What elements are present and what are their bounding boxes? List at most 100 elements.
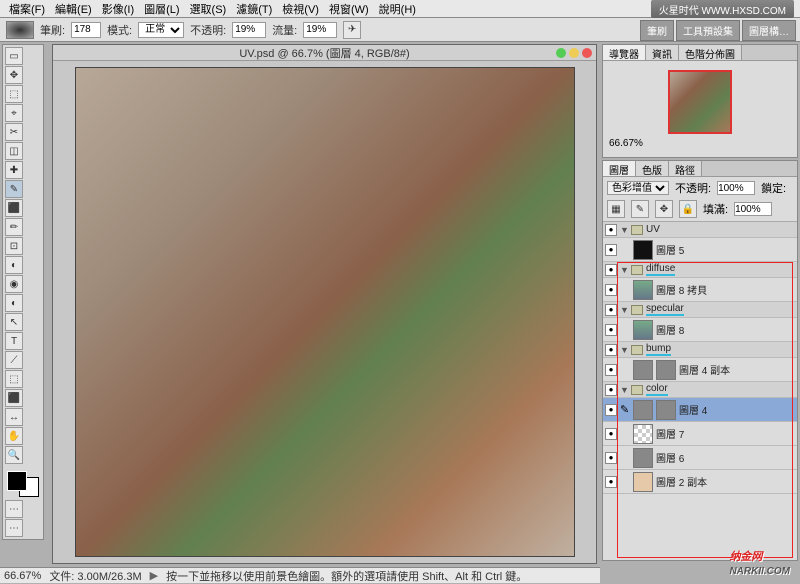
tool-lasso[interactable]: ⬚: [5, 85, 23, 103]
well-tab-presets[interactable]: 工具預設集: [676, 20, 740, 41]
visibility-icon[interactable]: ●: [605, 404, 617, 416]
layer-opacity-input[interactable]: [717, 181, 755, 195]
flow-input[interactable]: [303, 22, 337, 38]
visibility-icon[interactable]: ●: [605, 428, 617, 440]
group-bump[interactable]: ●▼bump: [603, 342, 797, 358]
tool-wand[interactable]: ⌖: [5, 104, 23, 122]
tool-move[interactable]: ✥: [5, 66, 23, 84]
tool-stamp[interactable]: ⬛: [5, 199, 23, 217]
lock-transparent-icon[interactable]: ▦: [607, 200, 625, 218]
visibility-icon[interactable]: ●: [605, 284, 617, 296]
opacity-input[interactable]: [232, 22, 266, 38]
mask-thumb: [656, 360, 676, 380]
layer-item[interactable]: ●圖層 8: [603, 318, 797, 342]
visibility-icon[interactable]: ●: [605, 452, 617, 464]
menu-select[interactable]: 選取(S): [185, 1, 232, 17]
menu-help[interactable]: 說明(H): [374, 1, 421, 17]
visibility-icon[interactable]: ●: [605, 384, 617, 396]
tool-slice[interactable]: ◫: [5, 142, 23, 160]
group-uv[interactable]: ●▼UV: [603, 222, 797, 238]
visibility-icon[interactable]: ●: [605, 476, 617, 488]
visibility-icon[interactable]: ●: [605, 264, 617, 276]
visibility-icon[interactable]: ●: [605, 304, 617, 316]
tool-pen[interactable]: ⟋: [5, 351, 23, 369]
document-title-bar[interactable]: UV.psd @ 66.7% (圖層 4, RGB/8#): [53, 45, 596, 61]
tool-path[interactable]: ↖: [5, 313, 23, 331]
tool-blur[interactable]: ◉: [5, 275, 23, 293]
layer-blend-select[interactable]: 色彩增值: [607, 181, 669, 195]
lock-pixels-icon[interactable]: ✎: [631, 200, 649, 218]
close-icon[interactable]: [582, 48, 592, 58]
tab-info[interactable]: 資訊: [646, 45, 679, 60]
tool-notes[interactable]: ⬛: [5, 389, 23, 407]
lock-position-icon[interactable]: ✥: [655, 200, 673, 218]
tool-eraser[interactable]: ⊡: [5, 237, 23, 255]
tool-eyedrop[interactable]: ↔: [5, 408, 23, 426]
folder-icon: [631, 305, 643, 315]
well-tab-brushes[interactable]: 筆刷: [640, 20, 674, 41]
tool-shape[interactable]: ⬚: [5, 370, 23, 388]
status-hint: 按一下並拖移以使用前景色繪圖。額外的選項請使用 Shift、Alt 和 Ctrl…: [166, 568, 527, 584]
tab-channels[interactable]: 色版: [636, 161, 669, 176]
layer-item[interactable]: ●圖層 4 副本: [603, 358, 797, 382]
tool-type[interactable]: T: [5, 332, 23, 350]
airbrush-icon[interactable]: ✈: [343, 21, 361, 39]
tool-dodge[interactable]: ◐: [5, 294, 23, 312]
brand-badge: 火星时代 WWW.HXSD.COM: [651, 0, 794, 18]
quickmask-icon[interactable]: ⋯: [5, 500, 23, 518]
tool-hand[interactable]: ✋: [5, 427, 23, 445]
folder-icon: [631, 385, 643, 395]
layer-item-selected[interactable]: ●✎圖層 4: [603, 398, 797, 422]
lock-all-icon[interactable]: 🔒: [679, 200, 697, 218]
brush-link-icon[interactable]: ✎: [620, 403, 630, 416]
visibility-icon[interactable]: ●: [605, 344, 617, 356]
tool-zoom[interactable]: 🔍: [5, 446, 23, 464]
tool-history-brush[interactable]: ✏: [5, 218, 23, 236]
layer-item[interactable]: ●圖層 7: [603, 422, 797, 446]
menu-edit[interactable]: 編輯(E): [50, 1, 97, 17]
layer-item[interactable]: ●圖層 5: [603, 238, 797, 262]
tab-paths[interactable]: 路徑: [669, 161, 702, 176]
tool-brush[interactable]: ✎: [5, 180, 23, 198]
menu-image[interactable]: 影像(I): [97, 1, 139, 17]
tool-gradient[interactable]: ◐: [5, 256, 23, 274]
well-tab-layercomps[interactable]: 圖層構…: [742, 20, 796, 41]
navigator-thumbnail[interactable]: [668, 70, 732, 134]
status-zoom[interactable]: 66.67%: [4, 570, 41, 582]
menu-file[interactable]: 檔案(F): [4, 1, 50, 17]
minimize-icon[interactable]: [556, 48, 566, 58]
visibility-icon[interactable]: ●: [605, 224, 617, 236]
visibility-icon[interactable]: ●: [605, 364, 617, 376]
maximize-icon[interactable]: [569, 48, 579, 58]
brush-preview-icon[interactable]: [6, 21, 34, 39]
navigator-zoom[interactable]: 66.67%: [603, 138, 643, 149]
folder-icon: [631, 265, 643, 275]
menu-view[interactable]: 檢視(V): [277, 1, 324, 17]
visibility-icon[interactable]: ●: [605, 324, 617, 336]
group-color[interactable]: ●▼color: [603, 382, 797, 398]
tab-histogram[interactable]: 色階分佈圖: [679, 45, 742, 60]
tool-marquee[interactable]: ▭: [5, 47, 23, 65]
layer-item[interactable]: ●圖層 2 副本: [603, 470, 797, 494]
canvas[interactable]: [75, 67, 575, 557]
layer-fill-input[interactable]: [734, 202, 772, 216]
tool-heal[interactable]: ✚: [5, 161, 23, 179]
color-swatch[interactable]: [5, 469, 41, 499]
tab-navigator[interactable]: 導覽器: [603, 45, 646, 60]
brush-size-input[interactable]: [71, 22, 101, 38]
group-specular[interactable]: ●▼specular: [603, 302, 797, 318]
layer-item[interactable]: ●圖層 6: [603, 446, 797, 470]
group-diffuse[interactable]: ●▼diffuse: [603, 262, 797, 278]
visibility-icon[interactable]: ●: [605, 244, 617, 256]
menu-window[interactable]: 視窗(W): [324, 1, 374, 17]
layer-thumb: [633, 320, 653, 340]
menu-filter[interactable]: 濾鏡(T): [231, 1, 277, 17]
tool-crop[interactable]: ✂: [5, 123, 23, 141]
menu-layer[interactable]: 圖層(L): [139, 1, 184, 17]
blend-mode-select[interactable]: 正常: [138, 22, 184, 38]
tab-layers[interactable]: 圖層: [603, 161, 636, 176]
status-docsize[interactable]: 文件: 3.00M/26.3M: [49, 568, 141, 584]
foreground-color[interactable]: [7, 471, 27, 491]
layer-item[interactable]: ●圖層 8 拷貝: [603, 278, 797, 302]
screenmode-icon[interactable]: ⋯: [5, 519, 23, 537]
